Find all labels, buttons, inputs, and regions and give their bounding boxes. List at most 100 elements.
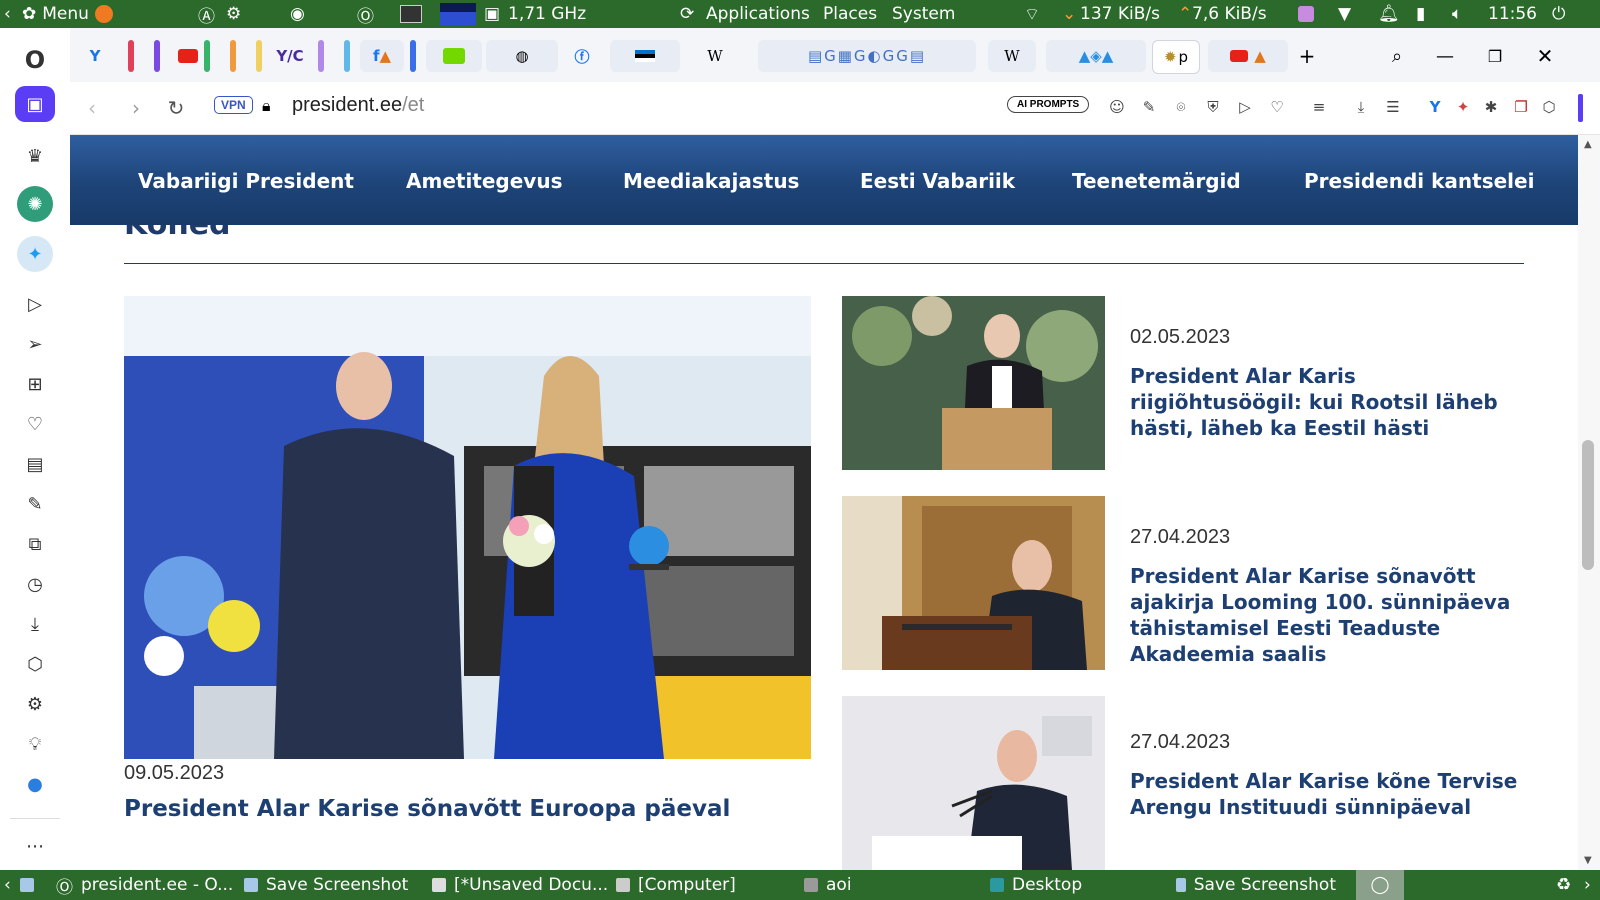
- tab-wikipedia[interactable]: W: [690, 40, 740, 72]
- opera-launcher-icon[interactable]: Ⓞ: [357, 0, 374, 28]
- emoji-icon[interactable]: ☺: [1106, 96, 1128, 118]
- extension-copy-icon[interactable]: ❐: [1510, 96, 1532, 118]
- volume-icon[interactable]: 🔈︎: [1452, 0, 1462, 28]
- snapshot-edit-icon[interactable]: ✎: [15, 486, 55, 522]
- minimize-button[interactable]: —: [1430, 40, 1460, 72]
- tab-vivaldi[interactable]: Y: [78, 40, 112, 72]
- page-scrollbar[interactable]: ▲ ▼: [1578, 135, 1600, 870]
- tab-cluster-1[interactable]: ◍: [486, 40, 558, 72]
- nav-vabariigi-president[interactable]: Vabariigi President: [138, 169, 354, 193]
- scroll-down-icon[interactable]: ▼: [1584, 855, 1592, 866]
- tab-group-6[interactable]: [318, 40, 324, 72]
- menu-applications[interactable]: Applications: [706, 0, 810, 28]
- taskbar-item-save-screenshot-2[interactable]: Save Screenshot: [1176, 870, 1336, 900]
- nav-ametitegevus[interactable]: Ametitegevus: [406, 169, 562, 193]
- tab-facebook-2[interactable]: ⓕ: [562, 40, 602, 72]
- vivaldi-extension-icon[interactable]: Y: [1424, 96, 1446, 118]
- camera-icon[interactable]: ⌾: [1170, 96, 1192, 118]
- article-2-title[interactable]: President Alar Karise sõnavõtt ajakirja …: [1130, 563, 1530, 667]
- shield-icon[interactable]: ⛨: [1202, 96, 1224, 118]
- crown-icon[interactable]: ♛: [15, 138, 55, 174]
- wifi-tray-icon[interactable]: ▼: [1338, 0, 1351, 28]
- tab-group-4[interactable]: [230, 40, 236, 72]
- tab-cluster-5[interactable]: ▲: [1208, 40, 1288, 72]
- extension-puzzle-icon[interactable]: ✱: [1480, 96, 1502, 118]
- tab-yc[interactable]: Y/C: [270, 40, 310, 72]
- send-icon[interactable]: ➢: [15, 326, 55, 362]
- menu-button[interactable]: ✿ Menu: [22, 0, 113, 28]
- accessibility-icon[interactable]: Ⓐ: [198, 0, 215, 28]
- taskbar-item-computer[interactable]: [Computer]: [616, 870, 786, 900]
- article-1-title[interactable]: President Alar Karis riigiõhtusöögil: ku…: [1130, 363, 1530, 441]
- vpn-badge[interactable]: VPN: [214, 96, 253, 114]
- pen-icon[interactable]: ✎: [1138, 96, 1160, 118]
- featured-article-photo[interactable]: [124, 296, 811, 759]
- tab-group-3[interactable]: [204, 40, 210, 72]
- restore-button[interactable]: ❐: [1480, 40, 1510, 72]
- podcast-icon[interactable]: ◉: [290, 0, 305, 28]
- taskbar-left-arrow-icon[interactable]: ‹: [4, 870, 11, 900]
- featured-article-title[interactable]: President Alar Karise sõnavõtt Euroopa p…: [124, 796, 811, 822]
- taskbar-item-save-screenshot[interactable]: Save Screenshot: [244, 870, 414, 900]
- tab-cluster-2[interactable]: [610, 40, 680, 72]
- scroll-up-icon[interactable]: ▲: [1584, 139, 1592, 150]
- tab-group-7[interactable]: [344, 40, 350, 72]
- history-clock-icon[interactable]: ◷: [15, 566, 55, 602]
- close-window-button[interactable]: ✕: [1530, 40, 1560, 72]
- favorites-heart-icon[interactable]: ♡: [15, 406, 55, 442]
- heart-icon[interactable]: ♡: [1266, 96, 1288, 118]
- tab-cluster-3[interactable]: ▤G▦G◐GG▤: [758, 40, 976, 72]
- battery-icon[interactable]: ▮: [1416, 0, 1425, 28]
- forward-button[interactable]: ›: [122, 94, 150, 122]
- notification-bell-icon[interactable]: 🔔︎: [1378, 0, 1400, 28]
- tab-active-president[interactable]: ✹ p: [1152, 40, 1200, 74]
- tab-group-1[interactable]: [128, 40, 134, 72]
- panel-left-arrow-icon[interactable]: ‹: [4, 0, 11, 28]
- menu-system[interactable]: System: [892, 0, 955, 28]
- reload-button[interactable]: ↻: [162, 94, 190, 122]
- trash-icon[interactable]: ♻: [1556, 870, 1571, 900]
- settings-gear-icon[interactable]: ⚙: [15, 686, 55, 722]
- audio-tray-icon[interactable]: [1298, 0, 1314, 28]
- tab-group-8[interactable]: [410, 40, 416, 72]
- send-icon[interactable]: ▷: [1234, 96, 1256, 118]
- tips-lightbulb-icon[interactable]: 💡︎: [15, 726, 55, 762]
- tabs-icon[interactable]: ⧉: [15, 526, 55, 562]
- more-dots-icon[interactable]: ⋯: [15, 828, 55, 864]
- chat-bubble-icon[interactable]: ●: [15, 766, 55, 802]
- profile-bar[interactable]: [1578, 94, 1583, 122]
- article-1-photo[interactable]: [842, 296, 1105, 470]
- terminal-icon[interactable]: [400, 0, 422, 28]
- power-icon[interactable]: ⏻: [1552, 0, 1565, 28]
- show-desktop-button[interactable]: [20, 870, 34, 900]
- tab-youtube[interactable]: [174, 40, 202, 72]
- taskbar-item-desktop[interactable]: Desktop: [990, 870, 1150, 900]
- tab-wikipedia-2[interactable]: W: [988, 40, 1036, 72]
- news-icon[interactable]: ▤: [15, 446, 55, 482]
- battery-saver-icon[interactable]: ≡: [1308, 96, 1330, 118]
- download-icon[interactable]: ⤓: [1350, 96, 1372, 118]
- taskbar-item-aoi[interactable]: aoi: [804, 870, 954, 900]
- nav-eesti-vabariik[interactable]: Eesti Vabariik: [860, 169, 1015, 193]
- apps-grid-icon[interactable]: ⊞: [15, 366, 55, 402]
- tab-flixbus[interactable]: [426, 40, 482, 72]
- taskbar-item-unsaved-doc[interactable]: [*Unsaved Docu...: [432, 870, 610, 900]
- taskbar-item-browser[interactable]: Ⓞpresident.ee - O...: [56, 870, 232, 900]
- extensions-box-icon[interactable]: ⬡: [1538, 96, 1560, 118]
- nav-presidendi-kantselei[interactable]: Presidendi kantselei: [1304, 169, 1534, 193]
- search-tabs-button[interactable]: ⌕: [1384, 40, 1410, 72]
- tab-group-5[interactable]: [256, 40, 262, 72]
- extension-red-icon[interactable]: ✦: [1452, 96, 1474, 118]
- clock[interactable]: 11:56: [1488, 0, 1537, 28]
- scroll-thumb[interactable]: [1582, 440, 1594, 570]
- nav-meediakajastus[interactable]: Meediakajastus: [623, 169, 799, 193]
- article-2-photo[interactable]: [842, 496, 1105, 670]
- easy-setup-icon[interactable]: ☰: [1382, 96, 1404, 118]
- opera-logo-icon[interactable]: O: [15, 42, 55, 78]
- player-icon[interactable]: ▷: [15, 286, 55, 322]
- url-field[interactable]: president.ee/et: [292, 94, 424, 117]
- workspace-switcher[interactable]: ◯: [1356, 870, 1404, 900]
- taskbar-right-arrow-icon[interactable]: ›: [1584, 870, 1591, 900]
- tab-group-2[interactable]: [154, 40, 160, 72]
- article-3-title[interactable]: President Alar Karise kõne Tervise Areng…: [1130, 768, 1530, 820]
